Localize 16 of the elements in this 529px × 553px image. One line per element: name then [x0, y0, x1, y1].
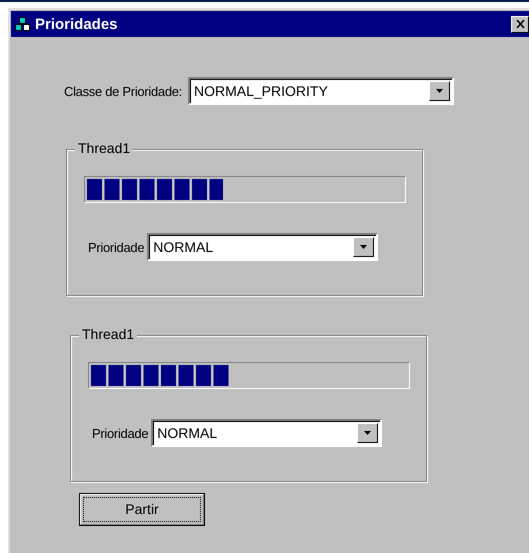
close-button[interactable]: [511, 16, 529, 32]
blocks-icon: [14, 16, 32, 32]
dropdown[interactable]: NORMAL_PRIORITY: [188, 77, 454, 105]
close-icon[interactable]: [516, 20, 524, 28]
window-title: Prioridades: [35, 16, 119, 32]
start-button[interactable]: Partir: [80, 494, 204, 525]
group-title: Thread1: [79, 326, 138, 342]
dropdown[interactable]: NORMAL: [151, 419, 382, 447]
field-label: Classe de Prioridade:: [64, 84, 182, 98]
dropdown[interactable]: NORMAL: [147, 233, 378, 261]
field-label: Prioridade: [92, 426, 148, 440]
field-label: Prioridade: [88, 240, 144, 254]
caret-icon[interactable]: [436, 89, 444, 93]
group-title: Thread1: [75, 140, 134, 156]
caret-icon[interactable]: [364, 431, 372, 435]
caret-icon[interactable]: [360, 245, 368, 249]
